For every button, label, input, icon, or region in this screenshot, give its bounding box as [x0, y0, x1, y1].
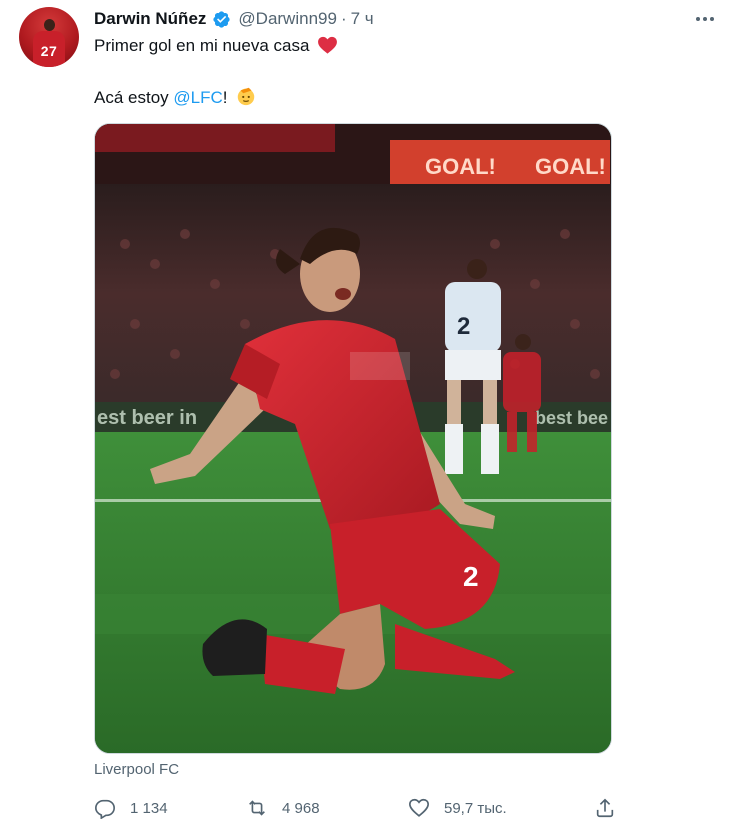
action-bar: 1 134 4 968 59,7 тыс.: [94, 795, 624, 821]
ad-text-left: est beer in: [97, 407, 197, 429]
like-count: 59,7 тыс.: [444, 799, 507, 817]
share-icon: [596, 798, 614, 818]
avatar-head: [44, 19, 55, 31]
handle[interactable]: @Darwinn99: [238, 9, 337, 29]
retweet-button[interactable]: 4 968: [246, 795, 320, 821]
tweet-text-suffix: !: [222, 88, 228, 107]
board-text-1: GOAL!: [425, 154, 496, 179]
share-button[interactable]: [594, 795, 616, 821]
like-heart-icon: [409, 798, 429, 817]
tweet-text-line-1: Primer gol en mi nueva casa: [94, 35, 338, 57]
display-name[interactable]: Darwin Núñez: [94, 9, 206, 29]
like-button[interactable]: 59,7 тыс.: [408, 795, 507, 821]
media-caption[interactable]: Liverpool FC: [94, 761, 179, 778]
separator-dot: ·: [340, 9, 347, 28]
more-dot: [696, 17, 700, 21]
verified-badge-icon: [212, 10, 231, 29]
mention-link[interactable]: @LFC: [173, 88, 222, 107]
photo-illustration: GOAL! GOAL! est beer in best bee 2 2: [95, 124, 611, 753]
timestamp[interactable]: 7 ч: [351, 9, 374, 29]
tweet: 27 Darwin Núñez @Darwinn99 · 7 ч Primer …: [0, 0, 730, 828]
tweet-text: Primer gol en mi nueva casa: [94, 36, 310, 55]
tweet-header: Darwin Núñez @Darwinn99 · 7 ч: [94, 8, 374, 30]
reply-count: 1 134: [130, 799, 168, 817]
saluting-face-icon: [235, 85, 257, 107]
board-text-2: GOAL!: [535, 154, 606, 179]
avatar-number: 27: [40, 43, 58, 59]
tweet-text-prefix: Acá estoy: [94, 88, 174, 107]
avatar[interactable]: 27: [19, 7, 79, 67]
ad-text-right: best bee: [535, 408, 608, 428]
more-dot: [710, 17, 714, 21]
more-options-icon[interactable]: [694, 8, 716, 30]
tweet-media-photo[interactable]: GOAL! GOAL! est beer in best bee 2 2: [94, 123, 612, 754]
player-number: 2: [463, 561, 479, 592]
reply-icon: [95, 799, 115, 819]
red-heart-icon: [317, 36, 338, 54]
retweet-count: 4 968: [282, 799, 320, 817]
reply-button[interactable]: 1 134: [94, 795, 168, 821]
more-dot: [703, 17, 707, 21]
tweet-text-line-2: Acá estoy @LFC!: [94, 85, 257, 109]
opponent-number: 2: [457, 313, 470, 340]
retweet-icon: [249, 800, 265, 816]
